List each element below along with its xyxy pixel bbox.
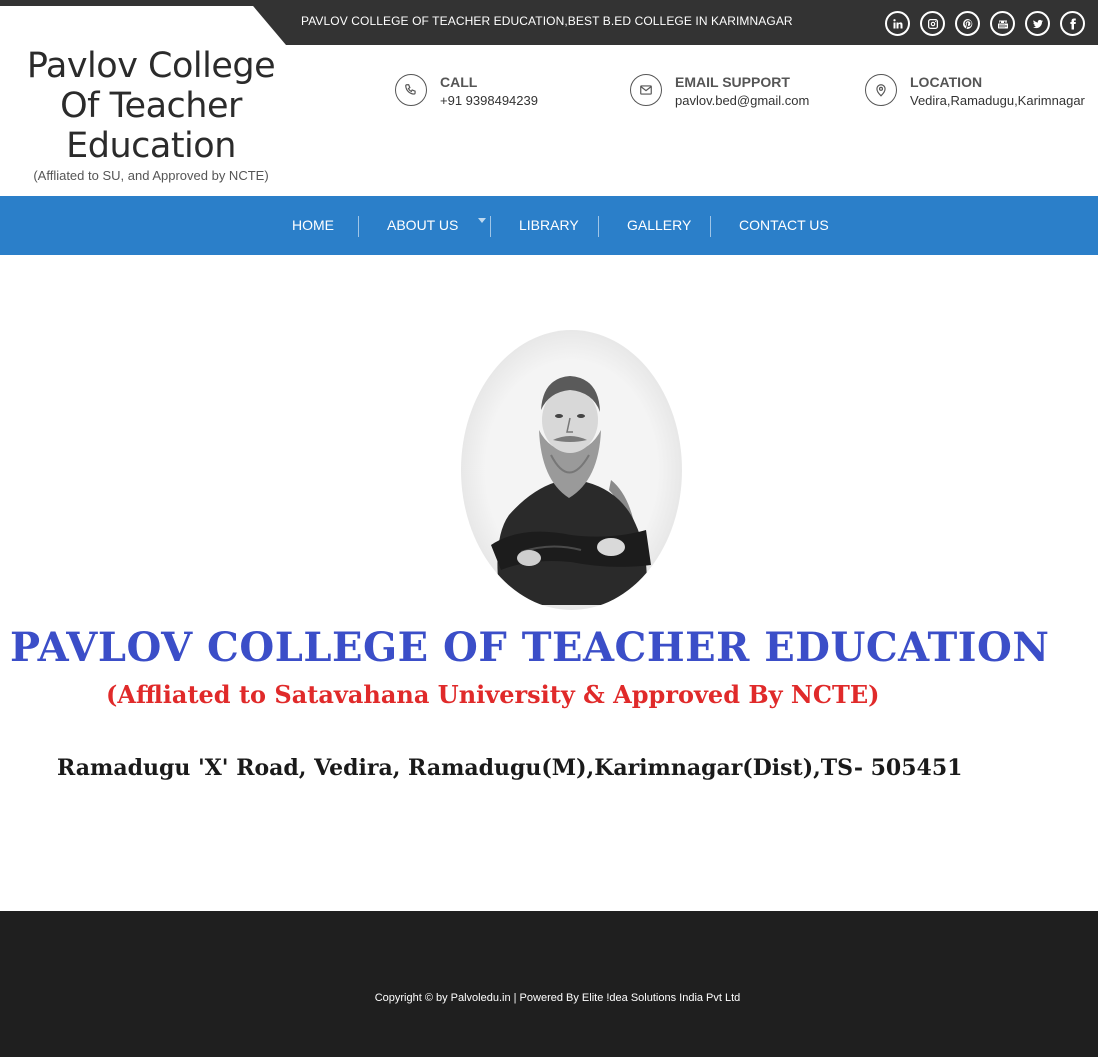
nav-contact-us[interactable]: CONTACT US [739,196,829,255]
contact-location-value: Vedira,Ramadugu,Karimnagar [910,93,1085,108]
phone-icon [395,74,427,106]
nav-library[interactable]: LIBRARY [519,196,579,255]
brand-title-line-1: Pavlov College [26,46,276,86]
linkedin-icon[interactable] [885,11,910,36]
instagram-icon[interactable] [920,11,945,36]
nav-home[interactable]: HOME [292,196,334,255]
envelope-icon [630,74,662,106]
footer-copyright: Copyright © by Palvoledu.in | Powered By… [374,992,741,1004]
social-links [885,11,1085,36]
top-bar-tagline: PAVLOV COLLEGE OF TEACHER EDUCATION,BEST… [301,14,793,28]
contact-location-text: LOCATION Vedira,Ramadugu,Karimnagar [910,74,1085,110]
nav-divider [710,216,711,237]
contact-call-text: CALL +91 9398494239 [440,74,538,110]
contact-call[interactable]: CALL +91 9398494239 [395,74,538,110]
brand-title-line-2: Of Teacher [60,86,242,126]
portrait-illustration [491,376,651,605]
map-pin-icon [865,74,897,106]
contact-call-value: +91 9398494239 [440,93,538,108]
nav-divider [358,216,359,237]
top-bar: PAVLOV COLLEGE OF TEACHER EDUCATION,BEST… [0,0,1098,45]
contact-email[interactable]: EMAIL SUPPORT pavlov.bed@gmail.com [630,74,809,110]
brand-title-line-3: Education [66,126,236,166]
caret-down-icon [478,217,487,223]
brand-block[interactable]: Pavlov College Of Teacher Education (Aff… [20,46,282,183]
pinterest-icon[interactable] [955,11,980,36]
nav-divider [490,216,491,237]
facebook-icon[interactable] [1060,11,1085,36]
portrait-photo [461,330,682,610]
contact-email-text: EMAIL SUPPORT pavlov.bed@gmail.com [675,74,809,110]
youtube-icon[interactable] [990,11,1015,36]
contact-email-label: EMAIL SUPPORT [675,74,790,90]
nav-about-us[interactable]: ABOUT US [387,196,487,255]
contact-email-value: pavlov.bed@gmail.com [675,93,810,108]
brand-subtitle: (Affliated to SU, and Approved by NCTE) [33,168,269,183]
nav-gallery[interactable]: GALLERY [627,196,691,255]
hero-address: Ramadugu 'X' Road, Vedira, Ramadugu(M),K… [57,755,963,781]
hero-title: PAVLOV COLLEGE OF TEACHER EDUCATION [10,624,1050,671]
main-nav: HOME ABOUT US LIBRARY GALLERY CONTACT US [0,196,1098,255]
twitter-icon[interactable] [1025,11,1050,36]
contact-location[interactable]: LOCATION Vedira,Ramadugu,Karimnagar [865,74,1085,110]
nav-about-us-label: ABOUT US [387,217,459,233]
hero-subtitle: (Affliated to Satavahana University & Ap… [106,680,880,709]
nav-divider [598,216,599,237]
contact-location-label: LOCATION [910,74,983,90]
footer: Copyright © by Palvoledu.in | Powered By… [0,911,1098,1057]
contact-call-label: CALL [440,74,478,90]
